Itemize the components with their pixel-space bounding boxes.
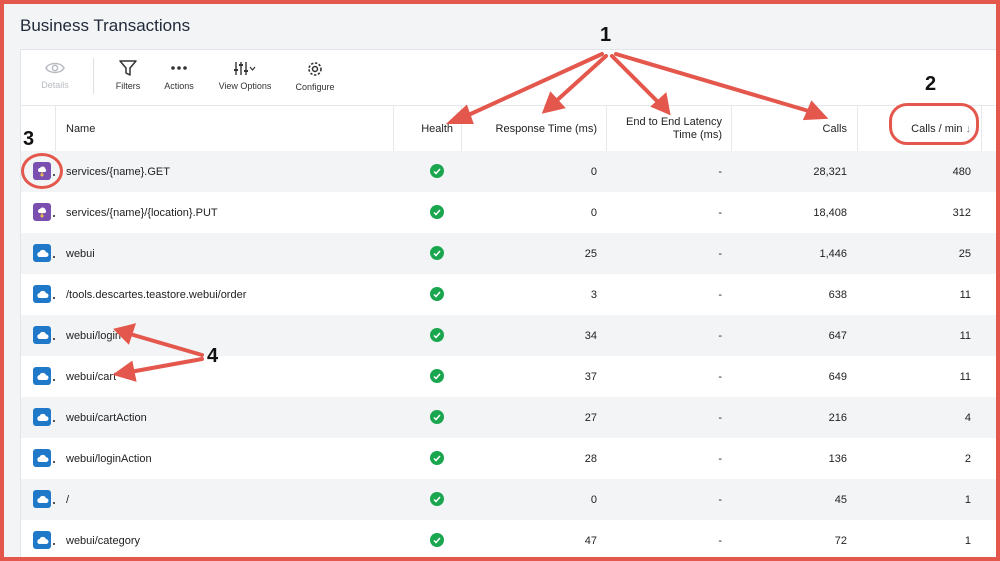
annotation-arrows — [112, 52, 829, 382]
annotation-1: 1 — [600, 24, 612, 46]
type-icon-highlight — [21, 153, 63, 189]
annotation-3: 3 — [23, 128, 35, 150]
screenshot-frame: Business Transactions Details Filters Ac… — [0, 0, 1000, 561]
annotation-4: 4 — [207, 345, 219, 367]
annotation-2: 2 — [925, 73, 937, 95]
calls-per-min-highlight — [889, 103, 979, 145]
